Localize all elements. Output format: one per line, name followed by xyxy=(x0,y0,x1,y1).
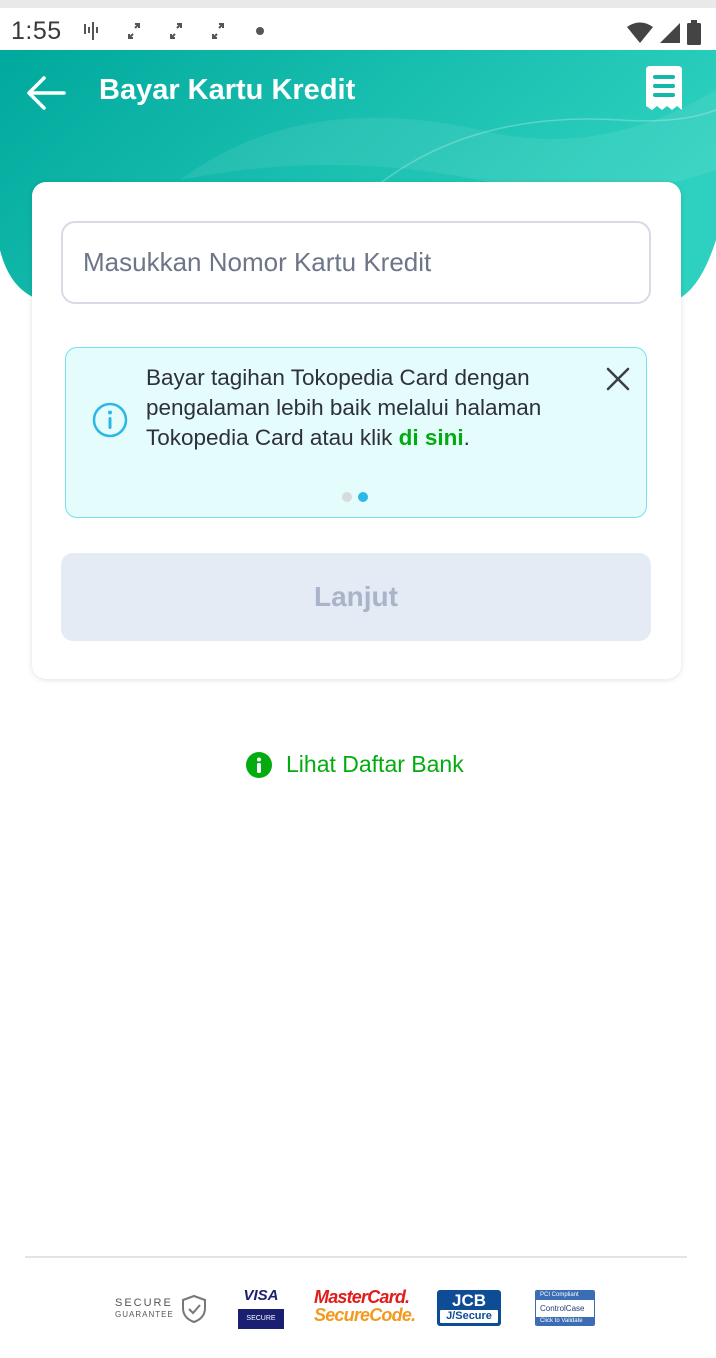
wifi-icon xyxy=(627,22,653,43)
visa-brand: VISA xyxy=(243,1287,279,1304)
secure-guarantee-line1: SECURE xyxy=(115,1297,173,1309)
visa-secure-logo: VISA SECURE xyxy=(238,1287,284,1329)
jcb-brand: JCB xyxy=(451,1291,486,1310)
bank-list-label: Lihat Daftar Bank xyxy=(286,751,464,777)
sync-icon xyxy=(212,23,224,39)
status-bar: 1:55 xyxy=(0,0,716,50)
jcb-sub: J/Secure xyxy=(440,1310,498,1323)
status-icons-left xyxy=(82,20,270,42)
mastercard-line2: SecureCode. xyxy=(314,1305,416,1325)
card-number-input[interactable] xyxy=(61,221,651,304)
receipt-icon[interactable] xyxy=(640,64,688,114)
ticker-message: Bayar tagihan Tokopedia Card dengan peng… xyxy=(146,363,586,453)
page-title: Bayar Kartu Kredit xyxy=(99,74,356,106)
info-filled-icon xyxy=(246,751,272,778)
visa-sub: SECURE xyxy=(238,1309,284,1329)
secure-guarantee-line2: GUARANTEE xyxy=(115,1310,174,1319)
signal-activity-icon xyxy=(84,22,98,40)
bank-list-link[interactable]: Lihat Daftar Bank xyxy=(246,751,464,778)
dot-icon xyxy=(256,27,264,35)
sync-icon xyxy=(170,23,182,39)
pci-line2: ControlCase xyxy=(540,1304,585,1313)
pagination-dot-active[interactable] xyxy=(358,492,368,502)
back-button[interactable] xyxy=(22,72,70,114)
shield-check-icon xyxy=(181,1294,206,1324)
close-icon[interactable] xyxy=(602,363,634,395)
security-logos: SECURE GUARANTEE VISA SECURE MasterCard.… xyxy=(0,1284,716,1334)
battery-icon xyxy=(687,20,701,45)
mastercard-line1: MasterCard. xyxy=(314,1287,410,1307)
ticker-text-end: . xyxy=(463,425,470,450)
pci-compliant-logo[interactable]: PCI Compliant ControlCase Click to Valid… xyxy=(535,1290,595,1326)
mastercard-securecode-logo: MasterCard. SecureCode. xyxy=(314,1287,416,1325)
status-icons-right xyxy=(626,20,702,46)
jcb-secure-logo: JCB J/Secure xyxy=(437,1290,501,1326)
payment-card: Bayar tagihan Tokopedia Card dengan peng… xyxy=(32,182,681,679)
ticker-text: Bayar tagihan Tokopedia Card dengan peng… xyxy=(146,365,542,450)
pagination-dot[interactable] xyxy=(342,492,352,502)
secure-guarantee-text: SECURE GUARANTEE xyxy=(115,1297,174,1321)
secure-guarantee-logo: SECURE GUARANTEE xyxy=(115,1294,208,1324)
submit-button[interactable]: Lanjut xyxy=(61,553,651,641)
info-ticker: Bayar tagihan Tokopedia Card dengan peng… xyxy=(65,347,647,518)
status-time: 1:55 xyxy=(11,17,62,45)
pci-line3: Click to Validate xyxy=(536,1317,594,1325)
ticker-pagination xyxy=(342,492,368,502)
cellular-icon xyxy=(660,23,680,43)
pci-line1: PCI Compliant xyxy=(536,1291,594,1300)
sync-icon xyxy=(128,23,140,39)
ticker-link[interactable]: di sini xyxy=(399,425,464,450)
info-icon xyxy=(92,402,128,438)
footer-divider xyxy=(25,1256,687,1258)
